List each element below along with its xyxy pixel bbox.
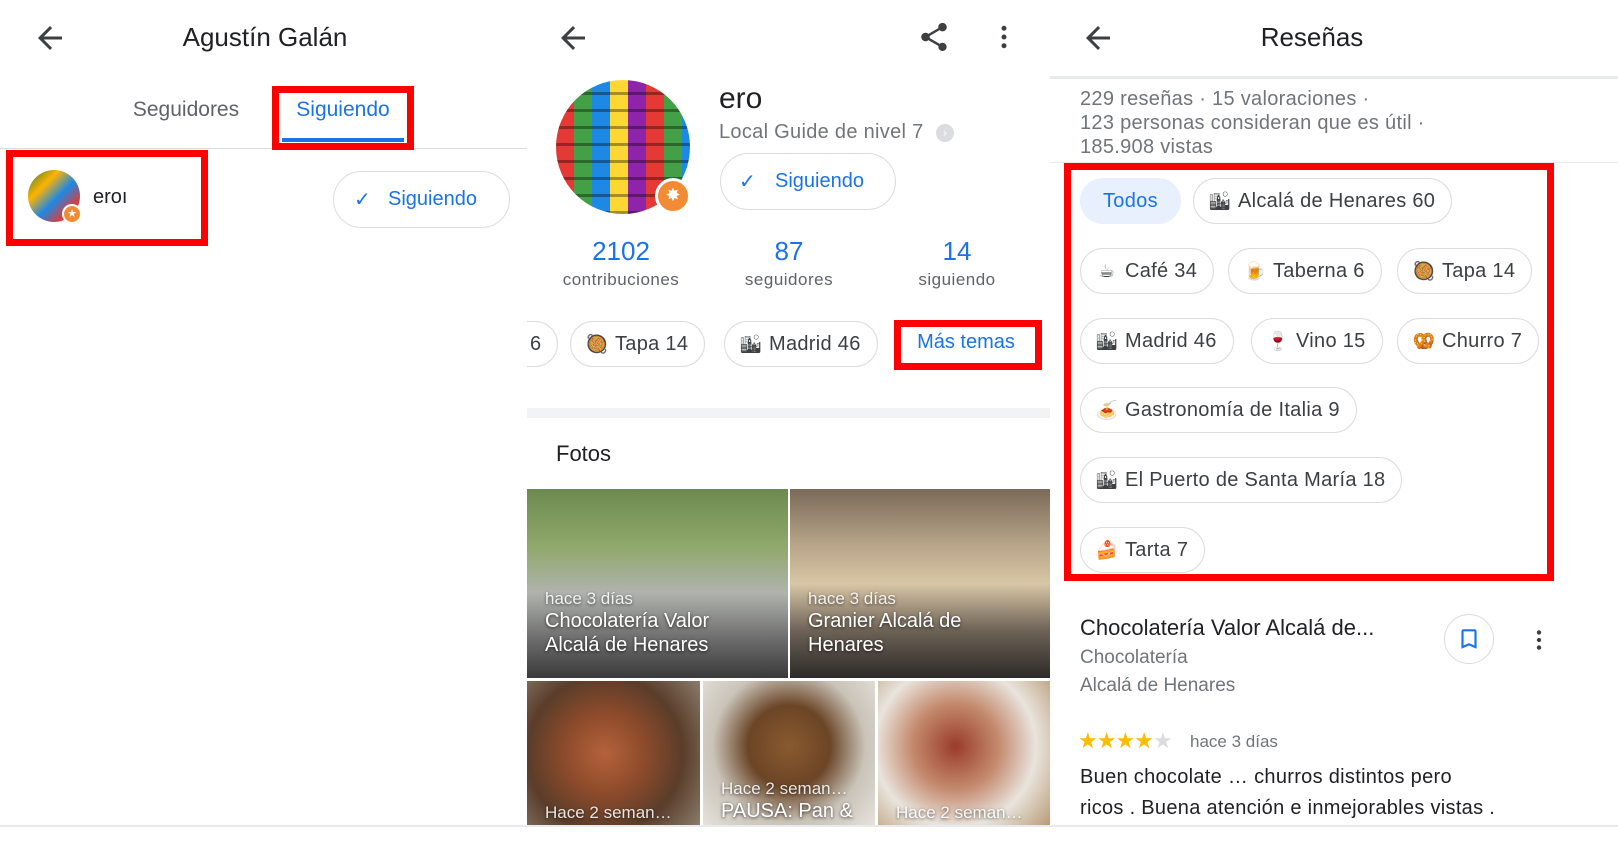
photo-date: hace 3 días: [808, 589, 896, 608]
photo-date: Hace 2 seman…: [545, 803, 672, 822]
reviews-panel: Reseñas 229 reseñas · 15 valoraciones · …: [1050, 0, 1618, 851]
share-icon[interactable]: [917, 20, 951, 54]
stat-followers-count[interactable]: 87: [704, 236, 874, 267]
star-icon: ★: [1115, 729, 1135, 754]
tab-seguidores[interactable]: Seguidores: [100, 98, 272, 122]
photo-place: PAUSA: Pan &: [721, 800, 853, 822]
following-button[interactable]: ✓ Siguiendo: [720, 153, 896, 210]
following-button[interactable]: ✓ Siguiendo: [333, 171, 510, 228]
highlight-box: [894, 320, 1042, 370]
bookmark-icon: [1461, 629, 1477, 649]
page-title: Agustín Galán: [182, 22, 348, 52]
photo-date: Hace 2 seman…: [721, 779, 848, 798]
photo-tile[interactable]: Hace 2 seman…: [527, 681, 700, 826]
following-button-label: Siguiendo: [388, 188, 477, 210]
more-options-icon[interactable]: [989, 20, 1019, 54]
topic-chip-tapa[interactable]: 🥘 Tapa 14: [570, 321, 706, 367]
following-list-panel: Agustín Galán Seguidores Siguiendo ★ ero…: [0, 0, 527, 851]
photo-tile[interactable]: hace 3 días Chocolatería Valor Alcalá de…: [527, 489, 788, 678]
page-title: Reseñas: [1260, 22, 1364, 52]
star-icon: ★: [1078, 729, 1098, 754]
review-text[interactable]: Buen chocolate … churros distintos pero …: [1080, 762, 1495, 824]
photo-date: Hace 2 seman…: [896, 803, 1023, 822]
local-guide-badge-icon: ✸: [655, 178, 691, 214]
section-divider: [527, 408, 1050, 418]
review-place-category: Chocolatería: [1080, 647, 1188, 668]
star-icon: ★: [1134, 729, 1154, 754]
bottom-divider: [0, 825, 1618, 827]
summary-line: 229 reseñas · 15 valoraciones ·: [1080, 88, 1370, 110]
photo-place: Granier Alcalá de Henares: [808, 610, 962, 656]
highlight-box: [1064, 163, 1554, 581]
review-text-line: ricos . Buena atención e inmejorables vi…: [1080, 797, 1496, 819]
photo-place: Chocolatería Valor Alcalá de Henares: [545, 610, 710, 656]
save-bookmark-button[interactable]: [1444, 614, 1494, 664]
topic-chip[interactable]: 6: [527, 321, 559, 367]
review-summary: 229 reseñas · 15 valoraciones · 123 pers…: [1080, 87, 1425, 159]
stat-following-count[interactable]: 14: [872, 236, 1042, 267]
stat-followers-label: seguidores: [744, 270, 834, 289]
paella-icon: 🥘: [585, 334, 609, 355]
stat-following-label: siguiendo: [918, 270, 996, 289]
highlight-box: [6, 150, 208, 246]
back-arrow-icon[interactable]: [1080, 20, 1116, 56]
chevron-right-icon[interactable]: ›: [936, 124, 954, 142]
review-date: hace 3 días: [1190, 732, 1278, 751]
review-place-name[interactable]: Chocolatería Valor Alcalá de...: [1080, 615, 1374, 641]
highlight-box: [272, 86, 414, 150]
more-options-icon[interactable]: [1526, 624, 1552, 656]
back-arrow-icon[interactable]: [32, 20, 68, 56]
check-icon: ✓: [354, 187, 371, 211]
guide-level[interactable]: Local Guide de nivel 7: [719, 121, 924, 144]
profile-panel: ✸ ero Local Guide de nivel 7 › ✓ Siguien…: [527, 0, 1050, 851]
star-empty-icon: ★: [1152, 729, 1173, 754]
divider: [0, 148, 527, 149]
topic-chip-label: Tapa 14: [615, 333, 689, 355]
summary-line: 185.908 vistas: [1080, 136, 1214, 158]
check-icon: ✓: [739, 169, 756, 193]
star-icon: ★: [1096, 729, 1117, 754]
header-shadow: [1050, 76, 1618, 79]
photo-tile[interactable]: Hace 2 seman… PAUSA: Pan &: [703, 681, 875, 826]
summary-line: 123 personas consideran que es útil ·: [1080, 112, 1425, 134]
photo-tile[interactable]: hace 3 días Granier Alcalá de Henares: [790, 489, 1050, 678]
cityscape-icon: 🏙: [739, 334, 763, 355]
photos-heading: Fotos: [556, 441, 612, 466]
photo-tile[interactable]: Hace 2 seman…: [878, 681, 1050, 826]
review-text-line: Buen chocolate … churros distintos pero: [1080, 766, 1452, 788]
photo-date: hace 3 días: [545, 589, 633, 608]
topic-chip-label: Madrid 46: [769, 333, 861, 355]
profile-name: ero: [719, 82, 763, 115]
following-button-label: Siguiendo: [775, 170, 864, 192]
topic-chip-label: 6: [530, 333, 542, 355]
star-rating: ★★★★★: [1078, 729, 1173, 754]
stat-contributions-label: contribuciones: [562, 270, 680, 289]
back-arrow-icon[interactable]: [555, 20, 591, 56]
review-place-city: Alcalá de Henares: [1080, 675, 1236, 696]
topic-chip-madrid[interactable]: 🏙 Madrid 46: [724, 321, 878, 367]
stat-contributions-count[interactable]: 2102: [536, 236, 706, 267]
